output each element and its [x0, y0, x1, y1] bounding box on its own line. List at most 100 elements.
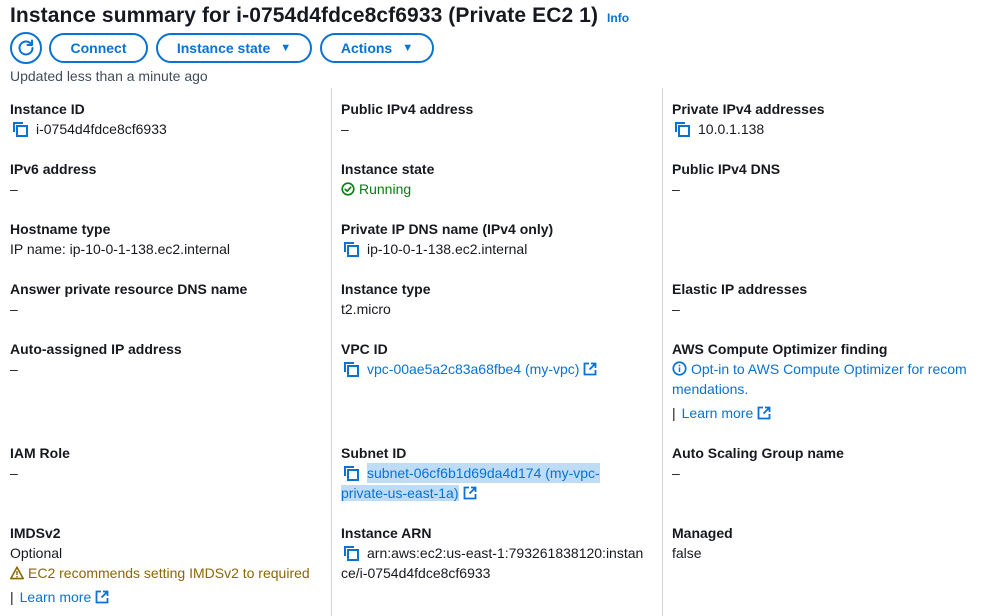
- connect-label: Connect: [70, 40, 127, 56]
- ipv6-field: IPv6 address –: [10, 159, 322, 199]
- ipv6-label: IPv6 address: [10, 161, 97, 177]
- copy-icon[interactable]: [674, 121, 690, 137]
- instance-state-field: Instance state Running: [341, 159, 653, 199]
- private-dns-field: Private IP DNS name (IPv4 only) ip-10-0-…: [341, 219, 653, 259]
- warning-icon: [10, 566, 24, 580]
- vpc-id-link[interactable]: vpc-00ae5a2c83a68fbe4 (my-vpc): [367, 359, 597, 379]
- instance-state-label: Instance state: [176, 40, 271, 56]
- private-ipv4-label: Private IPv4 addresses: [672, 101, 825, 117]
- header: Instance summary for i-0754d4fdce8cf6933…: [10, 4, 629, 28]
- ipv6-value: –: [10, 181, 18, 197]
- managed-label: Managed: [672, 525, 733, 541]
- caret-down-icon: ▼: [402, 42, 414, 54]
- actions-button[interactable]: Actions ▼: [320, 33, 434, 63]
- asg-label: Auto Scaling Group name: [672, 445, 844, 461]
- caret-down-icon: ▼: [280, 42, 292, 54]
- external-link-icon: [95, 590, 109, 604]
- iam-role-field: IAM Role –: [10, 443, 322, 483]
- optimizer-label: AWS Compute Optimizer finding: [672, 341, 888, 357]
- imdsv2-learn-more-link[interactable]: Learn more: [20, 589, 92, 605]
- public-ipv4-value: –: [341, 121, 349, 137]
- hostname-type-field: Hostname type IP name: ip-10-0-1-138.ec2…: [10, 219, 322, 259]
- private-dns-label: Private IP DNS name (IPv4 only): [341, 221, 554, 237]
- column-divider: [662, 88, 663, 616]
- private-ipv4-value: 10.0.1.138: [698, 121, 765, 137]
- instance-id-field: Instance ID i-0754d4fdce8cf6933: [10, 99, 322, 139]
- imdsv2-label: IMDSv2: [10, 525, 61, 541]
- copy-icon[interactable]: [343, 241, 359, 257]
- instance-state-value: Running: [341, 179, 653, 199]
- hostname-type-label: Hostname type: [10, 221, 111, 237]
- public-dns-field: Public IPv4 DNS –: [672, 159, 984, 199]
- optimizer-learn-more-link[interactable]: Learn more: [682, 405, 754, 421]
- imdsv2-warning: EC2 recommends setting IMDSv2 to require…: [10, 563, 322, 583]
- separator: |: [672, 405, 676, 421]
- auto-ip-field: Auto-assigned IP address –: [10, 339, 322, 379]
- external-link-icon: [463, 486, 476, 500]
- public-ipv4-label: Public IPv4 address: [341, 101, 474, 117]
- managed-value: false: [672, 545, 702, 561]
- private-ipv4-field: Private IPv4 addresses 10.0.1.138: [672, 99, 984, 139]
- elastic-ip-field: Elastic IP addresses –: [672, 279, 984, 319]
- imdsv2-learn-more-row: | Learn more: [10, 587, 322, 607]
- instance-type-label: Instance type: [341, 281, 431, 297]
- updated-text: Updated less than a minute ago: [10, 68, 208, 84]
- instance-id-label: Instance ID: [10, 101, 85, 117]
- instance-type-field: Instance type t2.micro: [341, 279, 653, 319]
- refresh-icon: [18, 39, 34, 56]
- page-title: Instance summary for i-0754d4fdce8cf6933…: [10, 4, 599, 27]
- public-dns-value: –: [672, 181, 680, 197]
- external-link-icon: [757, 406, 771, 420]
- subnet-id-line1[interactable]: subnet-06cf6b1d69da4d174 (my-vpc-: [367, 463, 600, 483]
- separator: |: [10, 589, 14, 605]
- iam-role-value: –: [10, 465, 18, 481]
- connect-button[interactable]: Connect: [49, 33, 148, 63]
- answer-dns-label: Answer private resource DNS name: [10, 281, 248, 297]
- optimizer-link[interactable]: Opt-in to AWS Compute Optimizer for reco…: [672, 359, 984, 379]
- subnet-id-field: Subnet ID subnet-06cf6b1d69da4d174 (my-v…: [341, 443, 653, 503]
- public-dns-label: Public IPv4 DNS: [672, 161, 781, 177]
- subnet-id-line2-row: private-us-east-1a): [341, 483, 653, 503]
- imdsv2-field: IMDSv2 Optional EC2 recommends setting I…: [10, 523, 322, 607]
- imdsv2-value: Optional: [10, 545, 63, 561]
- instance-state-field-label: Instance state: [341, 161, 435, 177]
- private-dns-value: ip-10-0-1-138.ec2.internal: [367, 241, 528, 257]
- imdsv2-warning-text: EC2 recommends setting IMDSv2 to require…: [28, 565, 310, 581]
- instance-state-text: Running: [359, 181, 412, 197]
- subnet-id-label: Subnet ID: [341, 445, 407, 461]
- auto-ip-label: Auto-assigned IP address: [10, 341, 182, 357]
- elastic-ip-label: Elastic IP addresses: [672, 281, 808, 297]
- optimizer-line1: Opt-in to AWS Compute Optimizer for reco…: [691, 361, 967, 377]
- external-link-icon: [584, 362, 597, 376]
- column-divider: [331, 88, 332, 616]
- instance-state-button[interactable]: Instance state ▼: [156, 33, 312, 63]
- check-circle-icon: [341, 182, 355, 196]
- copy-icon[interactable]: [343, 361, 359, 377]
- elastic-ip-value: –: [672, 301, 680, 317]
- optimizer-learn-more-row: | Learn more: [672, 403, 984, 423]
- instance-arn-line1: arn:aws:ec2:us-east-1:793261838120:insta…: [367, 545, 644, 561]
- refresh-button[interactable]: [10, 32, 42, 64]
- vpc-id-value: vpc-00ae5a2c83a68fbe4 (my-vpc): [367, 361, 580, 377]
- info-link[interactable]: Info: [607, 11, 629, 25]
- auto-ip-value: –: [10, 361, 18, 377]
- vpc-id-label: VPC ID: [341, 341, 388, 357]
- answer-dns-value: –: [10, 301, 18, 317]
- asg-field: Auto Scaling Group name –: [672, 443, 984, 483]
- iam-role-label: IAM Role: [10, 445, 70, 461]
- instance-arn-label: Instance ARN: [341, 525, 432, 541]
- instance-arn-line2: ce/i-0754d4fdce8cf6933: [341, 565, 491, 581]
- copy-icon[interactable]: [343, 465, 359, 481]
- managed-field: Managed false: [672, 523, 984, 563]
- vpc-id-field: VPC ID vpc-00ae5a2c83a68fbe4 (my-vpc): [341, 339, 653, 379]
- info-circle-icon: [672, 361, 687, 376]
- public-ipv4-field: Public IPv4 address –: [341, 99, 653, 139]
- toolbar: Connect Instance state ▼ Actions ▼: [10, 32, 434, 64]
- optimizer-line2[interactable]: mendations.: [672, 379, 984, 399]
- answer-dns-field: Answer private resource DNS name –: [10, 279, 322, 319]
- subnet-id-line2[interactable]: private-us-east-1a): [341, 485, 459, 501]
- optimizer-field: AWS Compute Optimizer finding Opt-in to …: [672, 339, 984, 423]
- instance-type-value: t2.micro: [341, 301, 391, 317]
- copy-icon[interactable]: [12, 121, 28, 137]
- copy-icon[interactable]: [343, 545, 359, 561]
